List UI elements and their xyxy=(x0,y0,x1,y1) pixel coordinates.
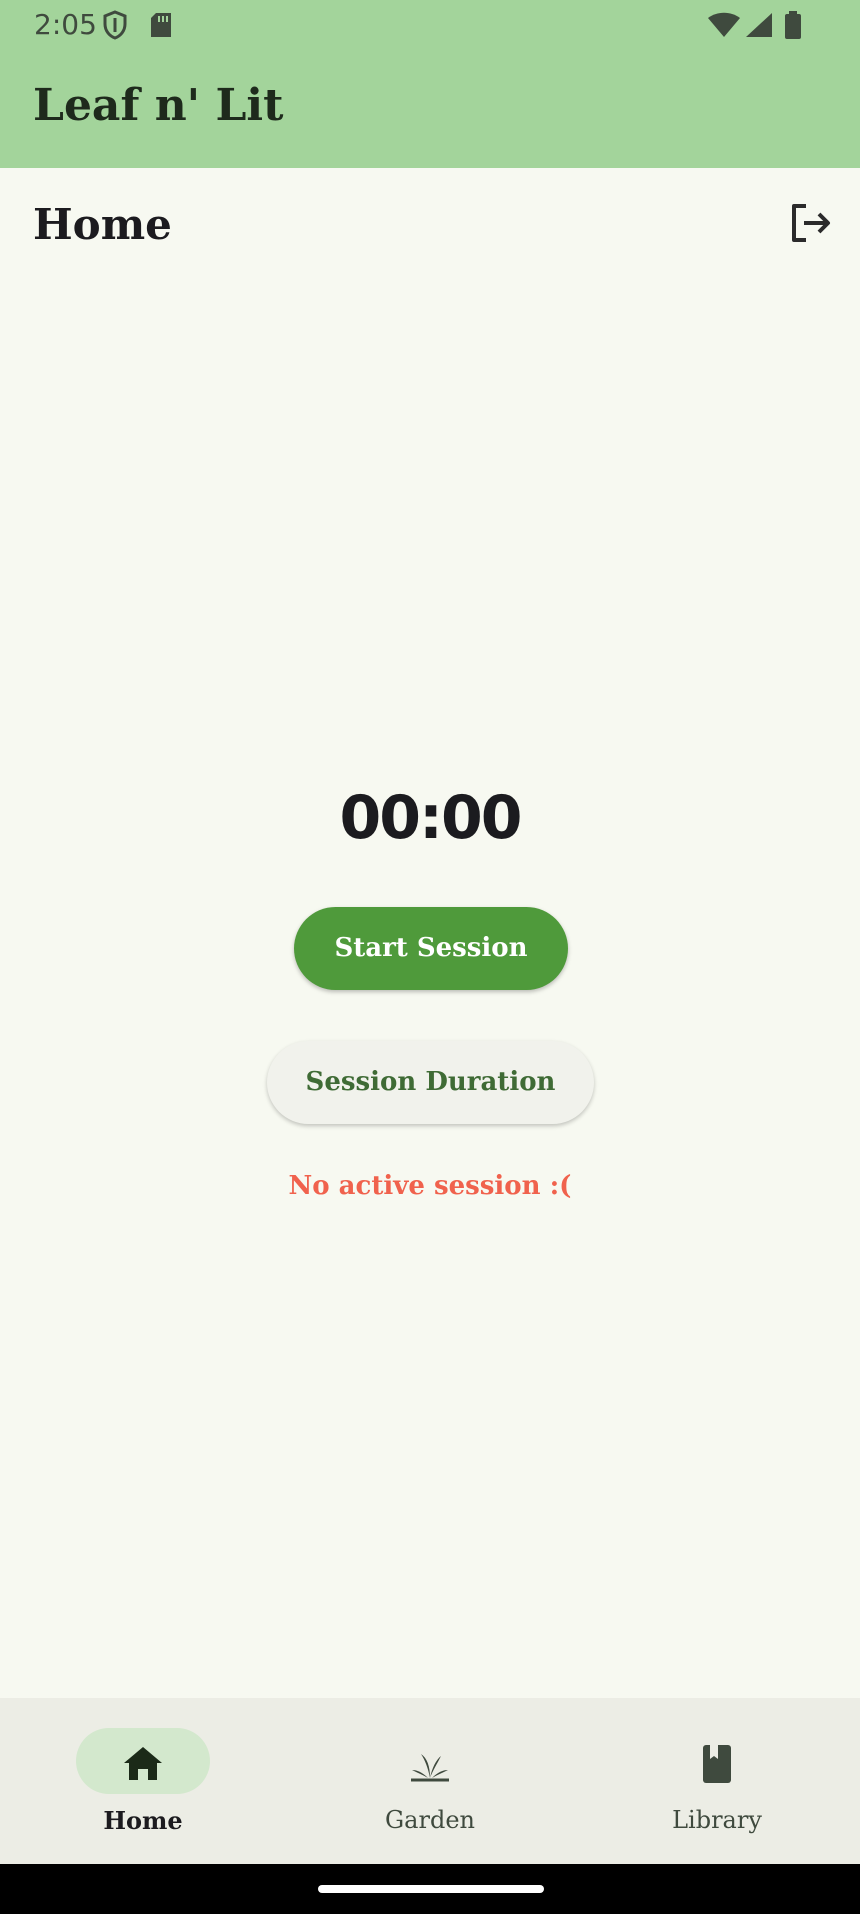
shield-icon xyxy=(103,10,127,40)
garden-icon xyxy=(411,1754,449,1782)
session-timer: 00:00 xyxy=(339,783,523,853)
nav-label-home: Home xyxy=(103,1806,183,1835)
app-bar: Leaf n' Lit xyxy=(0,50,860,168)
session-status-text: No active session :( xyxy=(288,1171,572,1201)
page-title: Home xyxy=(33,200,172,249)
session-duration-button[interactable]: Session Duration xyxy=(267,1041,594,1124)
library-icon xyxy=(703,1745,731,1783)
status-time: 2:05 xyxy=(34,8,97,41)
wifi-icon xyxy=(708,12,740,37)
nav-label-library: Library xyxy=(672,1806,762,1834)
nav-item-home[interactable]: Home xyxy=(0,1698,286,1864)
logout-button[interactable] xyxy=(784,198,834,248)
system-gesture-bar xyxy=(0,1864,860,1914)
status-bar: 2:05 xyxy=(0,0,860,50)
battery-icon xyxy=(785,11,801,39)
app-title: Leaf n' Lit xyxy=(33,80,284,131)
bottom-navigation: Home Garden Library xyxy=(0,1698,860,1864)
logout-icon xyxy=(792,204,830,242)
nav-label-garden: Garden xyxy=(385,1806,475,1834)
sd-card-icon xyxy=(151,13,171,37)
home-icon xyxy=(124,1747,162,1780)
gesture-handle[interactable] xyxy=(318,1885,544,1893)
signal-icon xyxy=(746,13,772,37)
nav-item-garden[interactable]: Garden xyxy=(287,1698,573,1864)
start-session-button[interactable]: Start Session xyxy=(294,907,568,990)
nav-item-library[interactable]: Library xyxy=(574,1698,860,1864)
